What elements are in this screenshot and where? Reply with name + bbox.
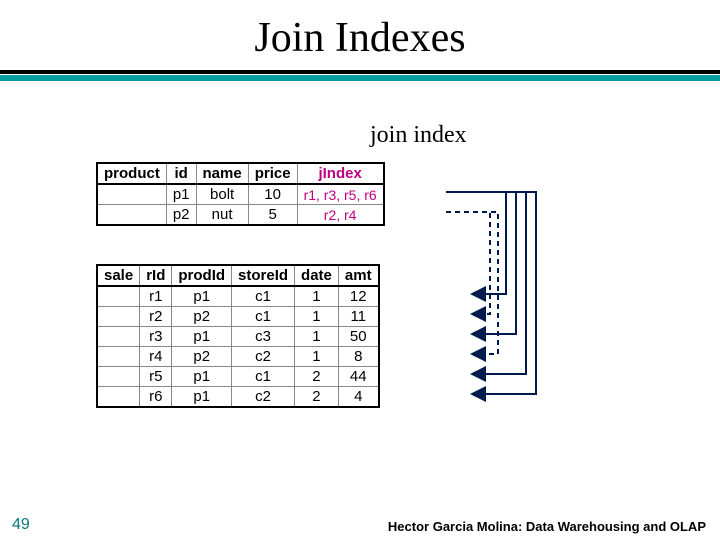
table-row: r3p1c3150 xyxy=(97,327,379,347)
col-jindex: jIndex xyxy=(297,163,384,184)
table-header-row: product id name price jIndex xyxy=(97,163,384,184)
col-price: price xyxy=(248,163,297,184)
table-row: r5p1c1244 xyxy=(97,367,379,387)
slide-footer: Hector Garcia Molina: Data Warehousing a… xyxy=(388,519,706,534)
table-row: r1p1c1112 xyxy=(97,286,379,307)
col-rid: rId xyxy=(140,265,172,286)
table-row: r6p1c224 xyxy=(97,387,379,408)
sale-table: sale rId prodId storeId date amt r1p1c11… xyxy=(96,264,380,408)
join-index-label: join index xyxy=(370,122,467,149)
col-prodid: prodId xyxy=(172,265,232,286)
table-row: p1 bolt 10 r1, r3, r5, r6 xyxy=(97,184,384,205)
col-product: product xyxy=(97,163,166,184)
col-sale: sale xyxy=(97,265,140,286)
table-row: r2p2c1111 xyxy=(97,307,379,327)
col-date: date xyxy=(295,265,339,286)
slide-title: Join Indexes xyxy=(0,14,720,62)
col-amt: amt xyxy=(338,265,378,286)
title-rule xyxy=(0,70,720,81)
col-name: name xyxy=(196,163,248,184)
table-row: r4p2c218 xyxy=(97,347,379,367)
table-header-row: sale rId prodId storeId date amt xyxy=(97,265,379,286)
table-row: p2 nut 5 r2, r4 xyxy=(97,205,384,226)
product-table: product id name price jIndex p1 bolt 10 … xyxy=(96,162,385,226)
col-id: id xyxy=(166,163,196,184)
col-storeid: storeId xyxy=(232,265,295,286)
slide-number: 49 xyxy=(12,516,30,534)
